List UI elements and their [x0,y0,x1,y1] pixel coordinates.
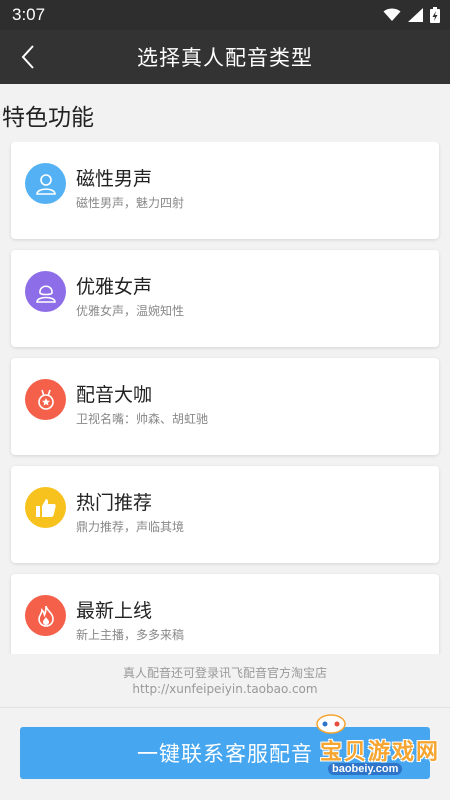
card-title: 磁性男声 [76,168,153,190]
thumbs-up-icon [25,487,66,528]
watermark-text: 宝贝游戏网 [320,740,441,765]
male-user-icon [25,163,66,204]
wifi-icon [383,8,401,21]
flame-icon [25,595,66,636]
app-header: 选择真人配音类型 [0,30,450,84]
watermark: 宝贝游戏网 baobeiy.com [300,712,440,782]
card-description: 卫视名嘴：帅森、胡虹驰 [76,412,209,426]
voice-type-list[interactable]: 磁性男声 磁性男声，魅力四射 优雅女声 优雅女声，温婉知性 配音大咖 卫视名嘴：… [0,142,450,654]
card-male-voice[interactable]: 磁性男声 磁性男声，魅力四射 [11,142,439,239]
chevron-left-icon [21,45,34,69]
card-female-voice[interactable]: 优雅女声 优雅女声，温婉知性 [11,250,439,347]
card-title: 热门推荐 [76,492,153,514]
card-description: 新上主播，多多来稿 [76,628,185,642]
signal-icon [408,8,423,22]
footer-note: 真人配音还可登录讯飞配音官方淘宝店 http://xunfeipeiyin.ta… [0,665,450,697]
status-icons [383,7,440,23]
card-title: 最新上线 [76,600,153,622]
card-description: 磁性男声，魅力四射 [76,196,185,210]
card-new-online[interactable]: 最新上线 新上主播，多多来稿 [11,574,439,654]
status-bar: 3:07 [0,0,450,30]
footer-line-shop: 真人配音还可登录讯飞配音官方淘宝店 [122,666,327,680]
back-button[interactable] [8,37,48,77]
female-user-icon [25,271,66,312]
watermark-url: baobeiy.com [328,763,403,775]
status-time: 3:07 [12,5,46,24]
page-title: 选择真人配音类型 [137,46,313,70]
card-star-voice[interactable]: 配音大咖 卫视名嘴：帅森、胡虹驰 [11,358,439,455]
card-description: 鼎力推荐，声临其境 [76,520,185,534]
section-title: 特色功能 [2,105,94,131]
card-hot-recommend[interactable]: 热门推荐 鼎力推荐，声临其境 [11,466,439,563]
battery-charging-icon [430,7,440,23]
card-title: 优雅女声 [76,276,153,298]
card-description: 优雅女声，温婉知性 [76,304,185,318]
medal-icon [25,379,66,420]
divider [0,707,450,708]
card-title: 配音大咖 [76,384,153,406]
footer-line-url[interactable]: http://xunfeipeiyin.taobao.com [0,681,450,697]
